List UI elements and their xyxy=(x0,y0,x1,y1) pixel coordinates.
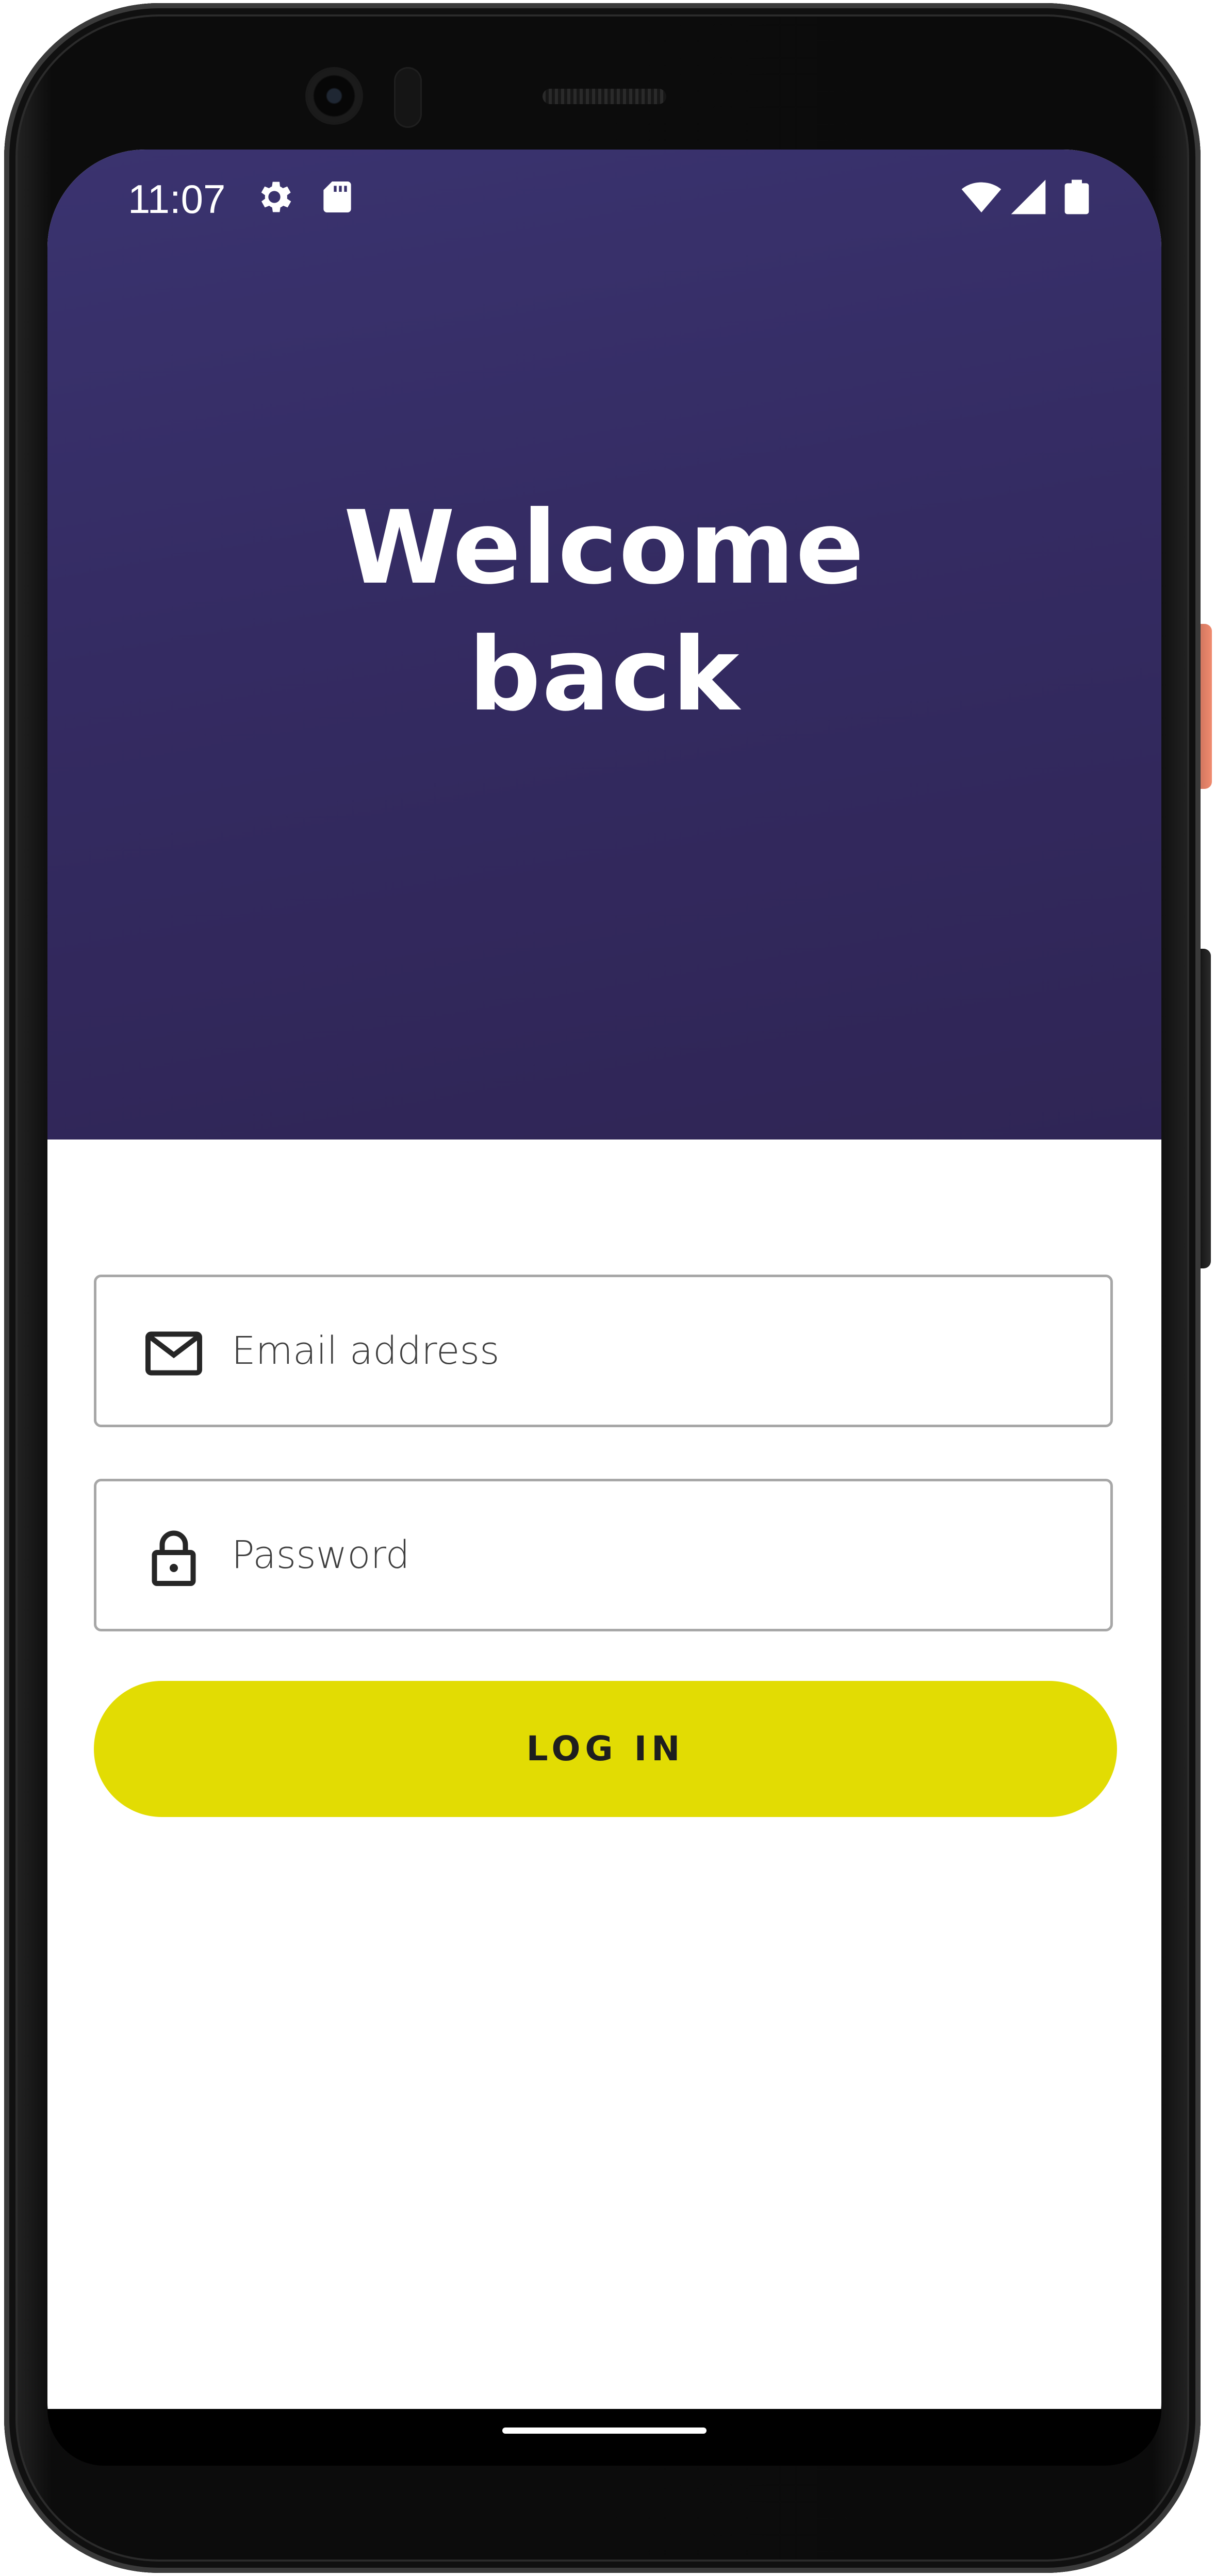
sd-card-icon xyxy=(323,181,351,212)
page-title: Welcome back xyxy=(47,485,1161,738)
proximity-sensor xyxy=(394,67,422,128)
password-placeholder: Password xyxy=(232,1533,410,1577)
email-field[interactable]: Email address xyxy=(94,1275,1113,1427)
earpiece-speaker xyxy=(543,89,666,104)
login-button[interactable]: LOG IN xyxy=(94,1681,1117,1817)
status-time: 11:07 xyxy=(128,176,226,222)
front-camera xyxy=(307,69,361,123)
battery-icon xyxy=(1064,179,1089,214)
password-field[interactable]: Password xyxy=(94,1479,1113,1631)
cell-signal-icon xyxy=(1011,179,1046,214)
app-screen: 11:07 Welcome back Email address Passwor… xyxy=(47,150,1161,2459)
wifi-icon xyxy=(961,182,1001,212)
device-frame: 11:07 Welcome back Email address Passwor… xyxy=(0,0,1215,2576)
title-line-1: Welcome xyxy=(343,489,865,607)
navigation-bar xyxy=(47,2409,1161,2466)
home-indicator[interactable] xyxy=(502,2428,707,2434)
gear-icon xyxy=(261,181,291,212)
lock-icon xyxy=(152,1530,196,1586)
title-line-2: back xyxy=(468,616,741,734)
envelope-icon xyxy=(145,1331,202,1376)
email-placeholder: Email address xyxy=(232,1329,500,1373)
